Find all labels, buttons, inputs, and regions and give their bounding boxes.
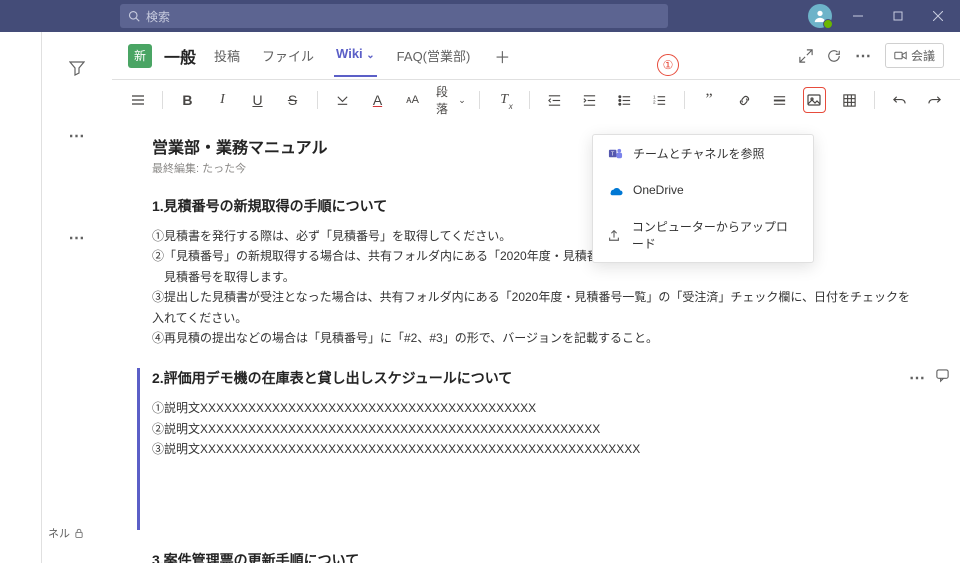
hr-button[interactable] <box>768 87 791 113</box>
maximize-button[interactable] <box>884 11 912 21</box>
team-badge: 新 <box>128 44 152 68</box>
section-2[interactable]: ⋯ 2.評価用デモ機の在庫表と貸し出しスケジュールについて ①説明文XXXXXX… <box>137 368 920 529</box>
onedrive-icon <box>607 182 623 198</box>
app-rail <box>0 32 42 563</box>
wiki-content: 営業部・業務マニュアル 最終編集: たった今 1.見積番号の新規取得の手順につい… <box>112 120 960 563</box>
dropdown-item-teams[interactable]: T チームとチャネルを参照 <box>593 135 813 172</box>
font-color-button[interactable]: A <box>366 87 389 113</box>
tab-faq[interactable]: FAQ(営業部) <box>395 46 473 77</box>
comment-icon[interactable] <box>935 368 950 383</box>
titlebar: 検索 <box>0 0 960 32</box>
font-size-button[interactable]: ᴀA <box>401 87 424 113</box>
section-line: ③説明文XXXXXXXXXXXXXXXXXXXXXXXXXXXXXXXXXXXX… <box>152 439 920 459</box>
titlebar-controls <box>808 4 952 28</box>
dropdown-item-onedrive[interactable]: OneDrive <box>593 172 813 208</box>
avatar[interactable] <box>808 4 832 28</box>
insert-image-button[interactable] <box>803 87 826 113</box>
search-input[interactable]: 検索 <box>120 4 668 28</box>
section-line: ④再見積の提出などの場合は「見積番号」に「#2、#3」の形で、バージョンを記載す… <box>152 328 920 348</box>
callout-badge: ① <box>657 54 679 76</box>
hamburger-icon[interactable] <box>126 87 149 113</box>
section-line: ①説明文XXXXXXXXXXXXXXXXXXXXXXXXXXXXXXXXXXXX… <box>152 398 920 418</box>
section-title[interactable]: 2.評価用デモ機の在庫表と貸し出しスケジュールについて <box>152 368 920 388</box>
add-tab-button[interactable]: ＋ <box>494 44 510 77</box>
minimize-button[interactable] <box>844 11 872 21</box>
more-icon[interactable]: ⋯ <box>69 126 86 146</box>
meet-button[interactable]: 会議 <box>885 43 944 68</box>
section-title[interactable]: 3.案件管理票の更新手順について <box>152 550 920 563</box>
section-line: ③提出した見積書が受注となった場合は、共有フォルダ内にある「2020年度・見積番… <box>152 287 920 328</box>
expand-icon[interactable] <box>799 49 813 63</box>
section-line: 見積番号を取得します。 <box>152 267 920 287</box>
italic-button[interactable]: I <box>211 87 234 113</box>
section-line: ②説明文XXXXXXXXXXXXXXXXXXXXXXXXXXXXXXXXXXXX… <box>152 419 920 439</box>
teams-icon: T <box>607 146 623 162</box>
section-actions: ⋯ <box>909 368 950 388</box>
filter-icon[interactable] <box>69 60 85 81</box>
dropdown-item-label: コンピューターからアップロード <box>632 218 799 252</box>
tabs: 投稿 ファイル Wiki ⌄ FAQ(営業部) ＋ <box>212 34 510 77</box>
search-icon <box>128 10 140 22</box>
strikethrough-button[interactable]: S <box>281 87 304 113</box>
indent-increase-button[interactable] <box>578 87 601 113</box>
video-icon <box>894 49 907 62</box>
tab-posts[interactable]: 投稿 <box>212 46 242 77</box>
number-list-button[interactable]: 12 <box>648 87 671 113</box>
channel-header: 新 一般 投稿 ファイル Wiki ⌄ FAQ(営業部) ＋ ⋯ 会議 <box>112 32 960 80</box>
main-content: 新 一般 投稿 ファイル Wiki ⌄ FAQ(営業部) ＋ ⋯ 会議 ① <box>112 32 960 563</box>
search-placeholder: 検索 <box>146 8 170 25</box>
table-button[interactable] <box>838 87 861 113</box>
underline-button[interactable]: U <box>246 87 269 113</box>
left-panel-footer: ネル <box>48 525 84 541</box>
upload-icon <box>607 227 622 243</box>
section-3[interactable]: 3.案件管理票の更新手順について <box>152 550 920 563</box>
formatting-toolbar: B I U S A ᴀA 段落⌄ Tx 12 ” <box>112 80 960 120</box>
image-insert-dropdown: T チームとチャネルを参照 OneDrive コンピューターからアップロード <box>592 134 814 263</box>
indent-decrease-button[interactable] <box>543 87 566 113</box>
dropdown-item-label: チームとチャネルを参照 <box>633 145 765 162</box>
clear-format-button[interactable]: Tx <box>493 87 516 113</box>
left-panel: ⋯ ⋯ ネル <box>42 32 112 563</box>
quote-button[interactable]: ” <box>698 87 721 113</box>
tab-wiki[interactable]: Wiki ⌄ <box>334 46 377 77</box>
svg-text:T: T <box>610 151 614 157</box>
more-icon[interactable]: ⋯ <box>909 368 925 388</box>
highlight-button[interactable] <box>331 87 354 113</box>
redo-button[interactable] <box>923 87 946 113</box>
tab-files[interactable]: ファイル <box>260 46 316 77</box>
refresh-icon[interactable] <box>827 49 841 63</box>
link-button[interactable] <box>733 87 756 113</box>
close-button[interactable] <box>924 11 952 21</box>
dropdown-item-upload[interactable]: コンピューターからアップロード <box>593 208 813 262</box>
lock-icon <box>74 528 84 538</box>
bold-button[interactable]: B <box>176 87 199 113</box>
more-icon[interactable]: ⋯ <box>855 46 871 66</box>
paragraph-dropdown[interactable]: 段落⌄ <box>436 83 466 117</box>
undo-button[interactable] <box>888 87 911 113</box>
section-body[interactable]: ①説明文XXXXXXXXXXXXXXXXXXXXXXXXXXXXXXXXXXXX… <box>152 398 920 529</box>
bullet-list-button[interactable] <box>613 87 636 113</box>
svg-text:2: 2 <box>653 99 656 104</box>
channel-name: 一般 <box>164 44 196 68</box>
dropdown-item-label: OneDrive <box>633 183 684 197</box>
more-icon[interactable]: ⋯ <box>69 228 86 248</box>
